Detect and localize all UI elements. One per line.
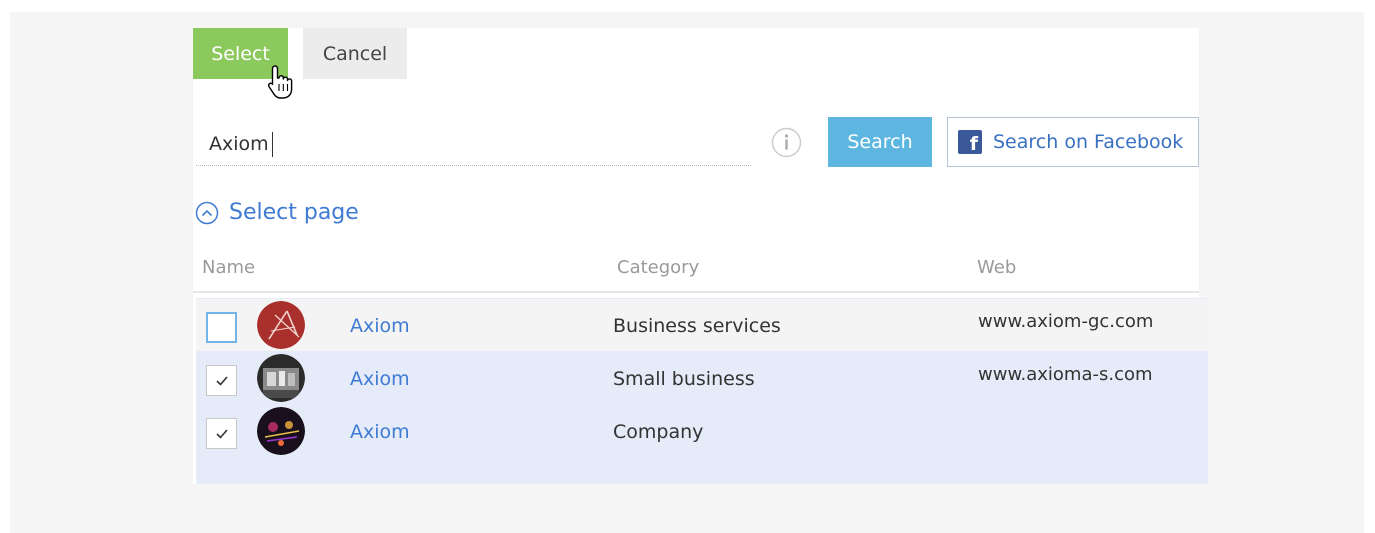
select-page-toggle[interactable]: Select page xyxy=(195,200,359,225)
section-title: Select page xyxy=(229,200,359,225)
hand-pointer-icon xyxy=(267,65,293,99)
info-icon[interactable] xyxy=(771,127,802,158)
table-row[interactable]: Axiom Company xyxy=(196,405,1208,457)
avatar xyxy=(257,354,305,402)
row-checkbox[interactable] xyxy=(206,312,237,343)
row-checkbox[interactable] xyxy=(206,365,237,396)
row-name-link[interactable]: Axiom xyxy=(350,368,410,390)
cancel-button[interactable]: Cancel xyxy=(303,28,407,79)
table-row[interactable]: Axiom Business services www.axiom-gc.com xyxy=(196,299,1208,351)
checkmark-icon xyxy=(215,428,228,439)
search-button[interactable]: Search xyxy=(828,117,932,167)
row-web: www.axioma-s.com xyxy=(978,364,1153,385)
search-on-facebook-button[interactable]: f Search on Facebook xyxy=(947,117,1199,167)
avatar xyxy=(257,301,305,349)
column-header-category: Category xyxy=(617,257,700,278)
row-web: www.axiom-gc.com xyxy=(978,311,1154,332)
row-category: Small business xyxy=(613,368,755,390)
checkmark-icon xyxy=(215,375,228,386)
table-row[interactable]: Axiom Small business www.axioma-s.com xyxy=(196,352,1208,404)
row-checkbox[interactable] xyxy=(206,418,237,449)
row-category: Business services xyxy=(613,315,781,337)
header-divider xyxy=(193,291,1199,293)
search-input[interactable] xyxy=(196,122,751,166)
avatar xyxy=(257,407,305,455)
row-name-link[interactable]: Axiom xyxy=(350,421,410,443)
search-on-facebook-label: Search on Facebook xyxy=(993,131,1184,153)
column-header-web: Web xyxy=(977,257,1017,278)
row-category: Company xyxy=(613,421,704,443)
facebook-icon: f xyxy=(958,130,982,154)
row-name-link[interactable]: Axiom xyxy=(350,315,410,337)
text-caret xyxy=(272,132,273,157)
column-header-name: Name xyxy=(202,257,256,278)
chevron-up-circle-icon xyxy=(195,201,219,224)
